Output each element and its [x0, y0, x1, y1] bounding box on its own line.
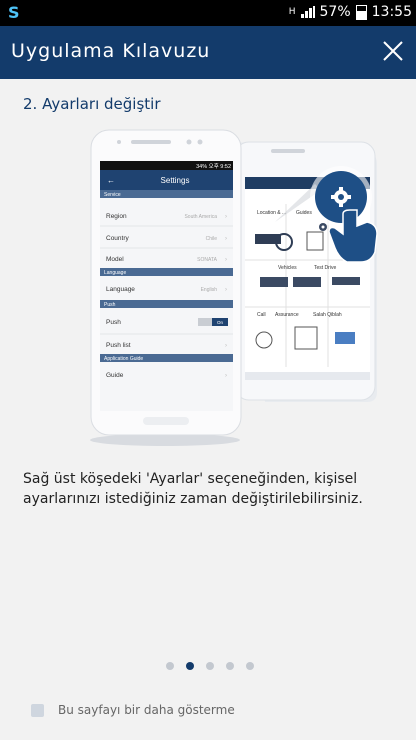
small-gear-icon: [319, 223, 327, 231]
setting-value: Chile: [206, 236, 218, 242]
guide-illustration: Location & ... Guides Vehicles Test Driv…: [85, 122, 385, 462]
book-icon: [306, 231, 324, 251]
section-title: Language: [104, 270, 126, 276]
page-dot[interactable]: [206, 662, 214, 670]
setting-label: Push list: [106, 342, 131, 349]
setting-label: Country: [106, 235, 130, 242]
network-type-label: H: [288, 7, 296, 17]
app-bar-title: Uygulama Kılavuzu: [11, 40, 211, 62]
back-tile-label: Call: [257, 312, 266, 318]
chevron-right-icon: ›: [225, 373, 227, 379]
dont-show-again-label[interactable]: Bu sayfayı bir daha gösterme: [58, 703, 235, 717]
front-phone: 34% 오후 9:52 ← Settings Service Region So…: [90, 129, 242, 436]
back-tile-label: Salah Qiblah: [313, 312, 342, 318]
assurance-icon: [294, 326, 318, 350]
front-header: Settings: [161, 176, 190, 185]
app-bar: Uygulama Kılavuzu: [0, 26, 416, 79]
chevron-right-icon: ›: [225, 214, 227, 220]
back-tile-label: Vehicles: [278, 265, 297, 271]
page-dot-active[interactable]: [186, 662, 194, 670]
step-title: 2. Ayarları değiştir: [23, 95, 161, 113]
setting-label: Region: [106, 213, 127, 220]
setting-label: Push: [106, 319, 121, 326]
section-title: Push: [104, 302, 116, 308]
guide-description: Sağ üst köşedeki 'Ayarlar' seçeneğinden,…: [23, 471, 363, 507]
push-toggle-label: On: [217, 320, 224, 325]
close-icon[interactable]: [378, 36, 408, 66]
car-icon: [293, 277, 321, 287]
car-icon: [260, 277, 288, 287]
back-tile-label: Guides: [296, 210, 312, 216]
chevron-right-icon: ›: [225, 257, 227, 263]
page-dot[interactable]: [166, 662, 174, 670]
battery-percent: 57%: [319, 4, 351, 20]
dont-show-again-option[interactable]: Bu sayfayı bir daha gösterme: [31, 703, 235, 717]
phones-illustration: Location & ... Guides Vehicles Test Driv…: [90, 129, 378, 446]
setting-label: Model: [106, 256, 124, 263]
dont-show-again-checkbox[interactable]: [31, 703, 44, 717]
back-arrow-icon: ←: [107, 176, 115, 185]
section-title: Service: [104, 192, 121, 198]
car-icon: [332, 277, 360, 285]
chevron-right-icon: ›: [225, 287, 227, 293]
page-indicator: [166, 662, 254, 670]
setting-label: Language: [106, 286, 135, 293]
page-dot[interactable]: [246, 662, 254, 670]
front-status-text: 34% 오후 9:52: [196, 163, 231, 170]
setting-label: Guide: [106, 372, 124, 379]
status-bar: S H 57% 13:55: [0, 0, 416, 26]
push-toggle-off-part: [198, 318, 212, 326]
battery-icon: [355, 4, 367, 20]
setting-value: SONATA: [197, 257, 217, 263]
signal-icon: [300, 6, 315, 18]
app-notification-icon: S: [8, 3, 20, 22]
status-bar-right: H 57% 13:55: [289, 4, 412, 20]
back-tile-label: Location & ...: [257, 210, 286, 216]
section-title: Application Guide: [104, 356, 143, 362]
setting-value: South America: [184, 214, 217, 220]
clock: 13:55: [371, 4, 412, 20]
page-dot[interactable]: [226, 662, 234, 670]
qiblah-icon: [335, 332, 355, 344]
back-tile-label: Assurance: [275, 312, 299, 318]
setting-value: English: [201, 287, 218, 293]
back-tile-label: Test Drive: [314, 265, 336, 271]
chevron-right-icon: ›: [225, 236, 227, 242]
chevron-right-icon: ›: [225, 343, 227, 349]
